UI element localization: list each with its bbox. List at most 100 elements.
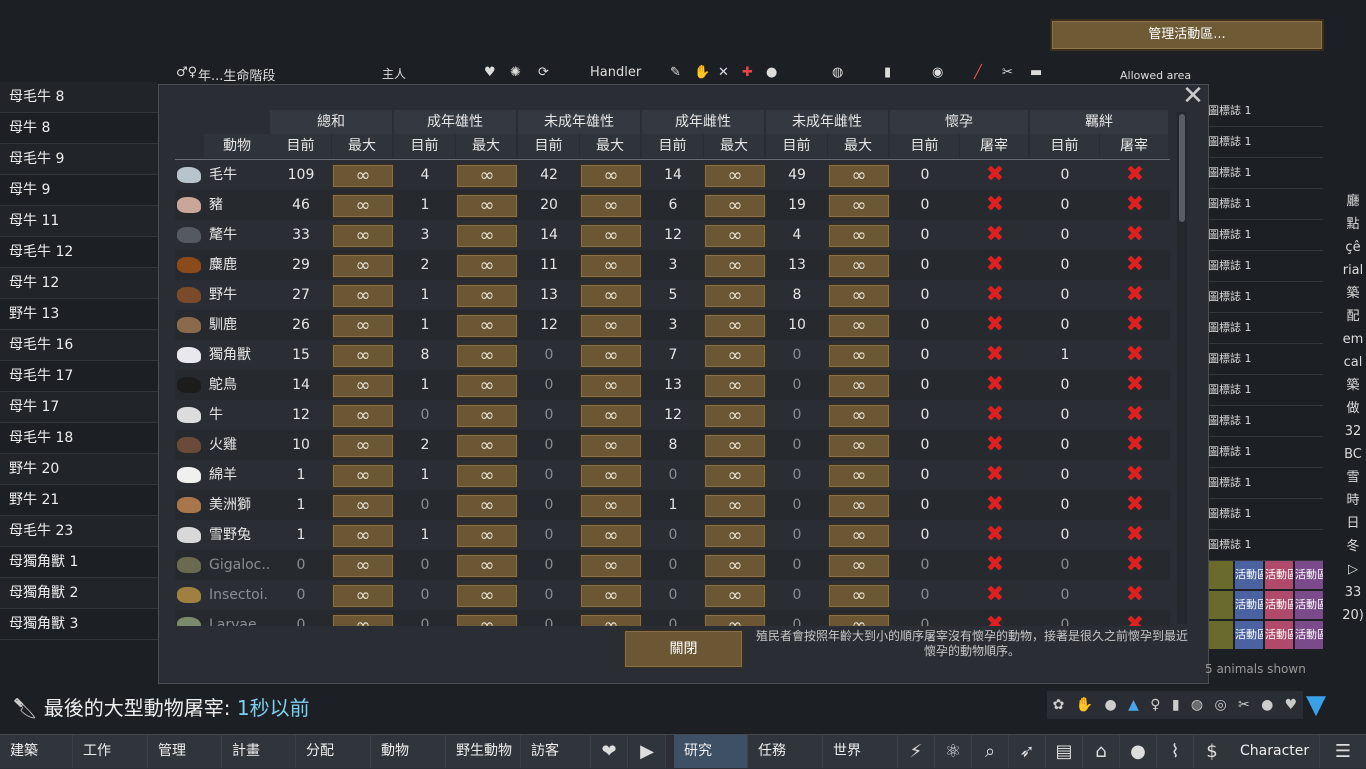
max-infinity-button[interactable]: ∞ [332,404,394,428]
list-item[interactable]: 母牛 8 [0,113,158,144]
slaughter-disabled-icon[interactable]: ✖ [1120,550,1150,580]
slaughter-disabled-icon[interactable]: ✖ [1120,610,1150,626]
max-infinity-button[interactable]: ∞ [704,494,766,518]
scrollbar-thumb[interactable] [1179,114,1185,222]
ball-icon[interactable]: ◍ [1191,697,1203,713]
list-item[interactable]: 母毛牛 9 [0,144,158,175]
museum-icon[interactable]: ⌂ [1083,735,1120,768]
slaughter-disabled-icon[interactable]: ✖ [1120,340,1150,370]
close-button[interactable]: 關閉 [624,630,743,668]
slaughter-disabled-icon[interactable]: ✖ [1120,370,1150,400]
max-infinity-button[interactable]: ∞ [828,614,890,626]
max-infinity-button[interactable]: ∞ [456,164,518,188]
max-infinity-button[interactable]: ∞ [580,164,642,188]
lightbulb-icon[interactable]: ● [1120,735,1157,768]
allowed-area-cell[interactable]: 圖標誌 1 [1205,220,1323,251]
allowed-area-cell[interactable]: 圖標誌 1 [1205,127,1323,158]
max-infinity-button[interactable]: ∞ [580,224,642,248]
max-infinity-button[interactable]: ∞ [704,164,766,188]
filter-icon[interactable]: ▼ [1302,690,1330,720]
slaughter-disabled-icon[interactable]: ✖ [1120,280,1150,310]
max-infinity-button[interactable]: ∞ [456,254,518,278]
list-item[interactable]: 母牛 9 [0,175,158,206]
max-infinity-button[interactable]: ∞ [456,314,518,338]
max-infinity-button[interactable]: ∞ [704,254,766,278]
slaughter-disabled-icon[interactable]: ✖ [980,340,1010,370]
area-chip[interactable]: 活動區 [1295,591,1323,619]
max-infinity-button[interactable]: ∞ [332,614,394,626]
area-chip[interactable]: 活動區 [1295,561,1323,589]
menu-icon[interactable]: ☰ [1320,735,1366,768]
heart-icon[interactable]: ♥ [1285,697,1298,713]
area-chip[interactable]: 活動區 [1235,561,1263,589]
max-infinity-button[interactable]: ∞ [828,284,890,308]
hand-icon[interactable]: ✋ [1076,697,1093,713]
allowed-area-cell[interactable]: 圖標誌 1 [1205,499,1323,530]
max-infinity-button[interactable]: ∞ [332,344,394,368]
close-icon[interactable]: ✕ [1180,83,1206,110]
slaughter-disabled-icon[interactable]: ✖ [980,250,1010,280]
max-infinity-button[interactable]: ∞ [332,554,394,578]
main-tab[interactable]: 訪客 [521,735,591,768]
rocket-icon[interactable]: ➶ [1009,735,1046,768]
max-infinity-button[interactable]: ∞ [580,284,642,308]
list-item[interactable]: 母獨角獸 1 [0,547,158,578]
max-infinity-button[interactable]: ∞ [332,494,394,518]
max-infinity-button[interactable]: ∞ [580,584,642,608]
area-chip[interactable] [1205,591,1233,619]
max-infinity-button[interactable]: ∞ [704,614,766,626]
max-infinity-button[interactable]: ∞ [828,524,890,548]
max-infinity-button[interactable]: ∞ [828,584,890,608]
max-infinity-button[interactable]: ∞ [828,464,890,488]
handler-header[interactable]: Handler [590,65,641,80]
max-infinity-button[interactable]: ∞ [580,194,642,218]
max-infinity-button[interactable]: ∞ [332,254,394,278]
max-infinity-button[interactable]: ∞ [456,194,518,218]
list-item[interactable]: 母牛 11 [0,206,158,237]
lifestage-icon[interactable]: ♂♀ [176,65,197,80]
main-tab[interactable]: 管理 [148,735,222,768]
max-infinity-button[interactable]: ∞ [704,314,766,338]
slaughter-disabled-icon[interactable]: ✖ [980,430,1010,460]
slaughter-disabled-icon[interactable]: ✖ [980,610,1010,626]
max-infinity-button[interactable]: ∞ [828,224,890,248]
bottle-icon[interactable]: ▮ [1172,697,1180,713]
slaughter-disabled-icon[interactable]: ✖ [980,460,1010,490]
broom-icon[interactable]: ⌇ [1157,735,1194,768]
slaughter-disabled-icon[interactable]: ✖ [1120,190,1150,220]
max-infinity-button[interactable]: ∞ [828,554,890,578]
main-tab[interactable]: 世界 [823,735,898,768]
list-item[interactable]: 母毛牛 18 [0,423,158,454]
max-infinity-button[interactable]: ∞ [332,434,394,458]
slaughter-disabled-icon[interactable]: ✖ [980,520,1010,550]
main-tab[interactable]: 分配 [296,735,371,768]
area-chip[interactable]: 活動區 [1265,561,1293,589]
max-infinity-button[interactable]: ∞ [704,404,766,428]
slaughter-disabled-icon[interactable]: ✖ [1120,580,1150,610]
max-infinity-button[interactable]: ∞ [580,404,642,428]
main-tab[interactable]: 計畫 [222,735,296,768]
max-infinity-button[interactable]: ∞ [456,344,518,368]
play-icon[interactable]: ▶ [629,735,666,768]
slaughter-disabled-icon[interactable]: ✖ [1120,250,1150,280]
max-infinity-button[interactable]: ∞ [828,344,890,368]
allowed-area-cell[interactable]: 圖標誌 1 [1205,313,1323,344]
max-infinity-button[interactable]: ∞ [456,374,518,398]
allowed-area-cell[interactable]: 圖標誌 1 [1205,530,1323,561]
tombstone-icon[interactable]: ▲ [1128,697,1139,713]
allowed-area-cell[interactable]: 圖標誌 1 [1205,344,1323,375]
slaughter-disabled-icon[interactable]: ✖ [980,580,1010,610]
slaughter-disabled-icon[interactable]: ✖ [980,280,1010,310]
list-item[interactable]: 母獨角獸 2 [0,578,158,609]
bag-icon[interactable]: ● [1261,697,1273,713]
list-item[interactable]: 母獨角獸 3 [0,609,158,640]
max-infinity-button[interactable]: ∞ [828,494,890,518]
max-infinity-button[interactable]: ∞ [580,374,642,398]
allowed-area-cell[interactable]: 圖標誌 1 [1205,406,1323,437]
area-chip[interactable]: 活動區 [1265,591,1293,619]
main-tab[interactable]: 建築 [0,735,73,768]
slaughter-disabled-icon[interactable]: ✖ [980,550,1010,580]
max-infinity-button[interactable]: ∞ [332,194,394,218]
main-tab[interactable]: 任務 [748,735,823,768]
max-infinity-button[interactable]: ∞ [704,194,766,218]
